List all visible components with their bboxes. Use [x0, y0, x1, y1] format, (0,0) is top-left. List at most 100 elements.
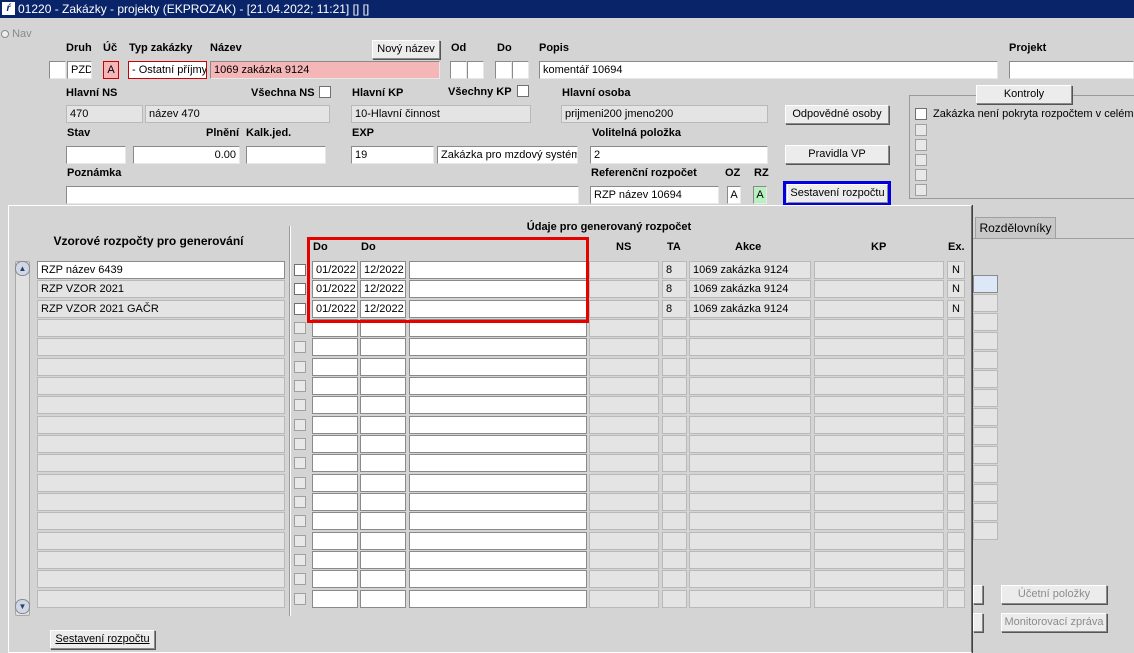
row-cell[interactable]	[312, 474, 358, 492]
row-cell[interactable]	[689, 493, 811, 511]
monitorovaci-zprava-button[interactable]: Monitorovací zpráva	[1001, 613, 1107, 632]
ref-rozpocet-field[interactable]: RZP název 10694	[590, 186, 719, 204]
row-cell[interactable]	[589, 570, 659, 588]
row-kp-field[interactable]	[814, 300, 944, 318]
row-cell[interactable]	[409, 532, 587, 550]
nazev-field[interactable]: 1069 zakázka 9124	[210, 61, 440, 79]
row-cell[interactable]	[662, 474, 687, 492]
row-cell[interactable]	[947, 377, 965, 395]
row-cell[interactable]	[312, 590, 358, 608]
do-field-1[interactable]	[495, 61, 512, 79]
template-row[interactable]	[37, 532, 285, 550]
row-cell[interactable]	[662, 377, 687, 395]
ucetni-polozky-button[interactable]: Účetní položky	[1001, 585, 1107, 604]
odpovedne-osoby-button[interactable]: Odpovědné osoby	[785, 105, 889, 124]
row-cell[interactable]	[360, 358, 406, 376]
row-checkbox[interactable]	[294, 303, 306, 315]
kontroly-check-2[interactable]	[915, 124, 927, 136]
row-cell[interactable]	[360, 454, 406, 472]
row-ns-field[interactable]	[589, 280, 659, 298]
row-cell[interactable]	[360, 474, 406, 492]
row-cell[interactable]	[814, 570, 944, 588]
row-cell[interactable]	[689, 435, 811, 453]
od-field-2[interactable]	[467, 61, 484, 79]
row-cell[interactable]	[689, 396, 811, 414]
row-cell[interactable]	[312, 551, 358, 569]
row-cell[interactable]	[312, 396, 358, 414]
row-checkbox[interactable]	[294, 457, 306, 469]
row-ex-field[interactable]: N	[947, 280, 965, 298]
row-cell[interactable]	[409, 454, 587, 472]
template-row[interactable]	[37, 416, 285, 434]
row-checkbox[interactable]	[294, 515, 306, 527]
row-cell[interactable]	[689, 454, 811, 472]
row-cell[interactable]	[589, 590, 659, 608]
row-cell[interactable]	[814, 474, 944, 492]
row-cell[interactable]	[360, 590, 406, 608]
row-cell[interactable]	[589, 435, 659, 453]
row-cell[interactable]	[409, 416, 587, 434]
row-checkbox[interactable]	[294, 477, 306, 489]
row-cell[interactable]	[360, 435, 406, 453]
projekt-field[interactable]	[1009, 61, 1134, 79]
kontroly-check-1[interactable]	[915, 108, 927, 120]
row-cell[interactable]	[814, 416, 944, 434]
template-row[interactable]	[37, 396, 285, 414]
druh-field[interactable]: PZD	[67, 61, 92, 79]
row-checkbox[interactable]	[294, 496, 306, 508]
template-row[interactable]	[37, 493, 285, 511]
row-cell[interactable]	[662, 358, 687, 376]
row-cell[interactable]	[947, 590, 965, 608]
row-cell[interactable]	[662, 590, 687, 608]
row-cell[interactable]	[814, 435, 944, 453]
row-cell[interactable]	[360, 493, 406, 511]
row-cell[interactable]	[589, 493, 659, 511]
row-cell[interactable]	[409, 493, 587, 511]
row-cell[interactable]	[947, 493, 965, 511]
row-cell[interactable]	[947, 532, 965, 550]
od-field-1[interactable]	[450, 61, 467, 79]
template-row[interactable]	[37, 454, 285, 472]
row-checkbox[interactable]	[294, 419, 306, 431]
row-checkbox[interactable]	[294, 438, 306, 450]
row-cell[interactable]	[947, 551, 965, 569]
row-checkbox[interactable]	[294, 535, 306, 547]
row-cell[interactable]	[947, 435, 965, 453]
do-field-2[interactable]	[512, 61, 529, 79]
row-checkbox[interactable]	[294, 341, 306, 353]
row-cell[interactable]	[312, 338, 358, 356]
hlavni-osoba-field[interactable]: prijmeni200 jmeno200	[561, 105, 768, 123]
row-checkbox[interactable]	[294, 264, 306, 276]
row-checkbox[interactable]	[294, 283, 306, 295]
volitelna-field[interactable]: 2	[590, 146, 768, 164]
row-cell[interactable]	[312, 416, 358, 434]
scroll-down-icon[interactable]: ▼	[15, 599, 30, 614]
row-cell[interactable]	[689, 532, 811, 550]
tab-rozdelovniky[interactable]: Rozdělovníky	[975, 217, 1056, 239]
row-cell[interactable]	[360, 512, 406, 530]
row-cell[interactable]	[689, 570, 811, 588]
row-cell[interactable]	[409, 396, 587, 414]
template-row[interactable]	[37, 474, 285, 492]
row-cell[interactable]	[409, 377, 587, 395]
rozdelovniky-row[interactable]	[973, 446, 998, 464]
row-cell[interactable]	[589, 396, 659, 414]
row-akce-field[interactable]: 1069 zakázka 9124	[689, 300, 811, 318]
row-cell[interactable]	[662, 338, 687, 356]
kontroly-check-3[interactable]	[915, 139, 927, 151]
row-ex-field[interactable]: N	[947, 261, 965, 279]
row-checkbox[interactable]	[294, 322, 306, 334]
template-row[interactable]	[37, 435, 285, 453]
row-cell[interactable]	[814, 551, 944, 569]
row-ta-field[interactable]: 8	[662, 261, 687, 279]
row-checkbox[interactable]	[294, 554, 306, 566]
row-cell[interactable]	[360, 338, 406, 356]
template-row[interactable]	[37, 512, 285, 530]
poznamka-field[interactable]	[66, 186, 579, 204]
template-row[interactable]: RZP VZOR 2021 GAČR	[37, 300, 285, 318]
row-cell[interactable]	[947, 358, 965, 376]
row-cell[interactable]	[360, 377, 406, 395]
rozdelovniky-row[interactable]	[973, 408, 998, 426]
rozdelovniky-row[interactable]	[973, 503, 998, 521]
row-checkbox[interactable]	[294, 380, 306, 392]
